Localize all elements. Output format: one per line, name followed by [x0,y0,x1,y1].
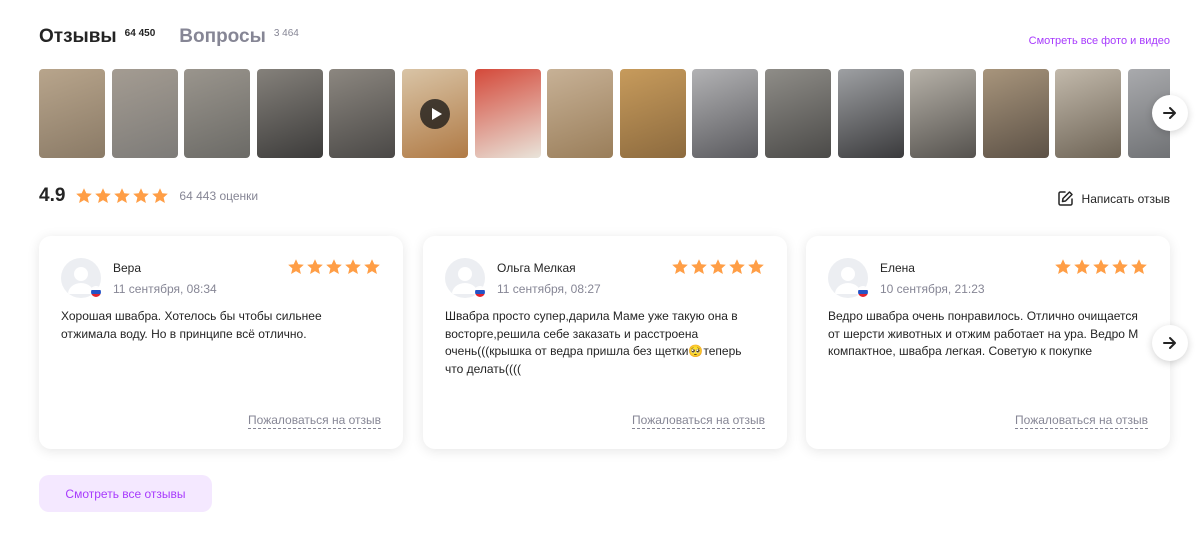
gallery-photo-thumb[interactable] [547,69,614,158]
review-text: Швабра просто супер,дарила Маме уже таку… [445,309,742,376]
review-card: Вера 11 сентября, 08:34 Хорошая швабра. Хо… [39,236,403,449]
gallery-photo-thumb[interactable] [256,69,323,158]
tab-questions-count: 3 464 [273,28,299,39]
review-card: Елена 10 сентября, 21:23 Ведро швабра очен… [806,236,1170,449]
review-author: Елена [880,261,915,275]
review-date: 11 сентября, 08:27 [497,282,601,296]
review-stars [1054,258,1148,276]
review-author: Вера [113,261,142,275]
gallery-next-button[interactable] [1152,95,1188,131]
gallery-photo-thumb[interactable] [474,69,541,158]
star-icon [288,259,304,274]
review-stars [287,258,381,276]
all-media-link[interactable]: Смотреть все фото и видео [1029,35,1170,47]
write-review-label: Написать отзыв [1081,191,1170,206]
photo-gallery [39,69,1170,158]
star-icon [1112,259,1128,274]
star-icon [114,188,131,203]
star-icon [76,188,93,203]
gallery-photo-thumb[interactable] [329,69,396,158]
star-icon [133,188,150,203]
write-review-button[interactable]: Написать отзыв [1057,190,1170,207]
country-flag-icon [857,286,869,298]
review-author: Ольга Мелкая [497,261,576,275]
complain-link[interactable]: Пожаловаться на отзыв [1015,413,1148,429]
tab-reviews-label: Отзывы [39,26,117,47]
pencil-square-icon [1057,191,1073,206]
review-date: 10 сентября, 21:23 [880,282,985,296]
gallery-photo-thumb[interactable] [982,69,1049,158]
star-icon [95,188,112,203]
gallery-photo-thumb[interactable] [837,69,904,158]
star-icon [729,259,745,274]
tab-questions-label: Вопросы [179,26,266,47]
review-date: 11 сентября, 08:34 [113,282,217,296]
review-text: Хорошая швабра. Хотелось бы чтобы сильне… [61,309,322,341]
complain-link[interactable]: Пожаловаться на отзыв [632,413,765,429]
country-flag-icon [90,286,102,298]
star-icon [345,259,361,274]
arrow-right-icon [1163,337,1176,349]
tab-reviews-count: 64 450 [124,28,156,39]
gallery-photo-thumb[interactable] [619,69,686,158]
rating-value: 4.9 [39,185,66,206]
star-icon [691,259,707,274]
arrow-right-icon [1163,107,1176,119]
star-icon [1055,259,1071,274]
star-icon [1131,259,1147,274]
star-icon [326,259,342,274]
gallery-photo-thumb[interactable] [39,69,105,158]
all-reviews-button[interactable]: Смотреть все отзывы [39,475,212,512]
gallery-photo-thumb[interactable] [184,69,251,158]
gallery-photo-thumb[interactable] [765,69,831,158]
star-icon [307,259,323,274]
gallery-photo-thumb[interactable] [111,69,178,158]
tab-reviews[interactable]: Отзывы 64 450 [39,26,155,48]
star-icon [364,259,380,274]
review-text: Ведро швабра очень понравилось. Отлично … [828,309,1139,358]
review-card: Ольга Мелкая 11 сентября, 08:27 Швабра про… [423,236,787,449]
star-icon [710,259,726,274]
rating-count: 64 443 оценки [179,189,259,203]
gallery-photo-thumb[interactable] [910,69,977,158]
rating-summary: 4.9 64 443 оценки [39,185,258,207]
star-icon [672,259,688,274]
play-icon [420,98,450,129]
country-flag-icon [474,286,486,298]
reviews-header: Отзывы 64 450 Вопросы 3 464 [39,26,323,48]
reviews-next-button[interactable] [1152,325,1188,361]
star-icon [748,259,764,274]
rating-stars [75,187,169,205]
tab-questions[interactable]: Вопросы 3 464 [179,26,299,48]
star-icon [152,188,169,203]
gallery-photo-thumb[interactable] [1055,69,1122,158]
complain-link[interactable]: Пожаловаться на отзыв [248,413,381,429]
gallery-video-thumb[interactable] [402,69,468,158]
star-icon [1093,259,1109,274]
star-icon [1074,259,1090,274]
gallery-photo-thumb[interactable] [692,69,759,158]
review-stars [671,258,765,276]
